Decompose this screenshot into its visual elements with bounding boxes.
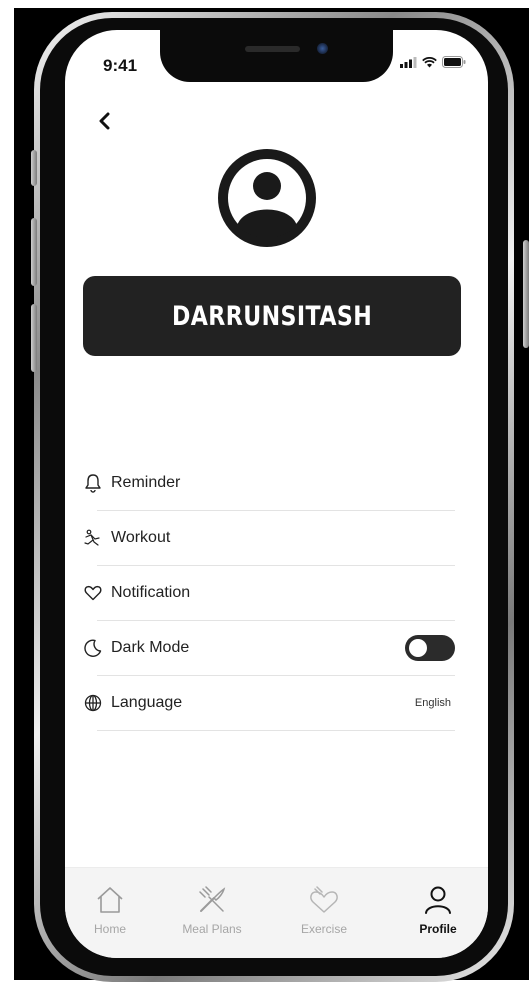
username-banner: DARRUNSITASH [83, 276, 461, 356]
tab-bar: Home Meal Plans Exercise Profile [65, 867, 488, 958]
status-time: 9:41 [103, 56, 138, 75]
menu-item-label: Reminder [111, 474, 181, 491]
menu-item-reminder[interactable]: Reminder [85, 456, 455, 511]
status-icons [400, 56, 466, 68]
volume-up-button [31, 218, 37, 286]
menu-item-label: Workout [111, 529, 171, 546]
moon-icon [84, 639, 102, 657]
tab-exercise[interactable]: Exercise [279, 882, 369, 936]
back-chevron-icon[interactable] [95, 110, 117, 132]
menu-item-label: Dark Mode [111, 639, 190, 656]
heart-icon [84, 585, 102, 601]
mute-switch [31, 150, 37, 186]
tab-label: Meal Plans [182, 922, 242, 936]
language-value[interactable]: English [415, 697, 451, 709]
globe-icon [84, 694, 102, 712]
camera-icon [317, 43, 328, 54]
battery-icon [442, 56, 466, 68]
avatar-icon [218, 149, 316, 247]
user-icon [425, 886, 451, 914]
dark-mode-toggle[interactable] [405, 635, 455, 661]
home-icon [97, 887, 123, 913]
app-screen: 9:41 DARRUNSITASH Reminder Workout Notif… [65, 30, 488, 958]
wifi-icon [422, 56, 437, 67]
signal-icon [400, 56, 417, 68]
notch [160, 30, 393, 82]
menu-item-workout[interactable]: Workout [84, 511, 455, 566]
volume-down-button [31, 304, 37, 372]
tab-label: Home [93, 922, 126, 936]
menu-item-notification[interactable]: Notification [84, 566, 455, 621]
username: DARRUNSITASH [171, 300, 373, 332]
menu-item-label: Notification [111, 584, 191, 601]
menu-item-label: Language [111, 694, 183, 711]
toggle-knob [409, 639, 427, 657]
power-button [523, 240, 529, 348]
tab-label: Profile [419, 922, 457, 936]
settings-menu: Reminder Workout Notification Dark Mode … [83, 456, 455, 731]
running-icon [84, 529, 100, 546]
tab-home[interactable]: Home [65, 882, 155, 936]
exercise-icon [310, 886, 338, 913]
menu-item-language[interactable]: Language English [84, 676, 455, 731]
menu-item-dark-mode: Dark Mode [84, 621, 455, 676]
tab-label: Exercise [300, 922, 347, 936]
utensils-icon [199, 886, 226, 912]
tab-meal-plans[interactable]: Meal Plans [167, 882, 257, 936]
tab-profile[interactable]: Profile [393, 882, 483, 936]
bell-icon [85, 474, 101, 493]
